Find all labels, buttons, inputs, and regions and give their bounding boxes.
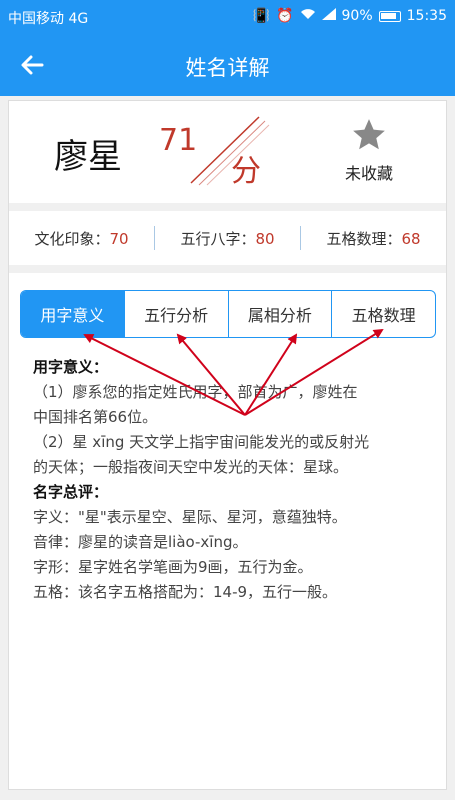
stat-label: 文化印象： xyxy=(34,229,110,248)
section-title: 用字意义： xyxy=(33,358,109,376)
paragraph-line: （2）星 xīng 天文学上指宇宙间能发光的或反射光 xyxy=(33,433,370,451)
app-bar: 姓名详解 xyxy=(0,34,455,96)
paragraph-line: 的天体；一般指夜间天空中发光的天体：星球。 xyxy=(33,458,349,476)
divider xyxy=(9,265,446,273)
tab-wuge-numerology[interactable]: 五格数理 xyxy=(332,291,435,337)
meaning-line: 字义："星"表示星空、星际、星河，意蕴独特。 xyxy=(33,508,347,526)
name-text: 廖星 xyxy=(54,137,122,177)
favorite-label: 未收藏 xyxy=(344,164,393,183)
stat-wuge: 五格数理：68 xyxy=(301,228,446,249)
section-title: 名字总评： xyxy=(33,483,109,501)
tab-wuxing-analysis[interactable]: 五行分析 xyxy=(125,291,229,337)
stat-wuxing: 五行八字：80 xyxy=(155,228,300,249)
alarm-icon: ⏰ xyxy=(276,8,294,24)
battery-icon xyxy=(378,10,401,22)
detail-card: 廖星 71 分 未收藏 文化印象：70 五行八字：80 五格数理：68 用字意义… xyxy=(8,100,447,790)
sound-line: 音律：廖星的读音是liào-xīng。 xyxy=(33,533,248,551)
carrier-label: 中国移动 4G xyxy=(8,11,89,27)
vibrate-icon: 📳 xyxy=(252,8,271,24)
score-unit: 分 xyxy=(231,154,261,189)
form-line: 字形：星字姓名学笔画为9画，五行为金。 xyxy=(33,558,313,576)
status-bar: 中国移动 4G 📳 ⏰ 90% 15:35 xyxy=(0,0,455,34)
stat-value: 80 xyxy=(255,229,275,248)
name-header: 廖星 71 分 未收藏 xyxy=(9,101,446,201)
tab-content: 用字意义： （1）廖系您的指定姓氏用字，部首为广，廖姓在 中国排名第66位。 （… xyxy=(33,355,433,605)
stat-culture: 文化印象：70 xyxy=(9,228,154,249)
stat-label: 五格数理： xyxy=(326,229,402,248)
tab-zodiac-analysis[interactable]: 属相分析 xyxy=(229,291,333,337)
analysis-tabs: 用字意义 五行分析 属相分析 五格数理 xyxy=(20,290,436,338)
paragraph-line: 中国排名第66位。 xyxy=(33,408,158,426)
stat-value: 70 xyxy=(109,229,129,248)
status-icons: 📳 ⏰ 90% 15:35 xyxy=(253,8,447,24)
wifi-icon xyxy=(300,8,316,24)
page-title: 姓名详解 xyxy=(185,56,270,80)
tab-character-meaning[interactable]: 用字意义 xyxy=(21,291,125,337)
stat-label: 五行八字： xyxy=(180,229,256,248)
stat-value: 68 xyxy=(401,229,421,248)
signal-icon xyxy=(321,8,336,24)
paragraph-line: （1）廖系您的指定姓氏用字，部首为广，廖姓在 xyxy=(33,383,358,401)
clock: 15:35 xyxy=(406,8,447,24)
divider xyxy=(9,203,446,211)
battery-percent: 90% xyxy=(341,8,373,24)
star-icon xyxy=(353,119,385,150)
favorite-button[interactable]: 未收藏 xyxy=(334,116,404,184)
score-stats: 文化印象：70 五行八字：80 五格数理：68 xyxy=(9,211,446,265)
wuge-line: 五格：该名字五格搭配为：14-9，五行一般。 xyxy=(33,583,338,601)
